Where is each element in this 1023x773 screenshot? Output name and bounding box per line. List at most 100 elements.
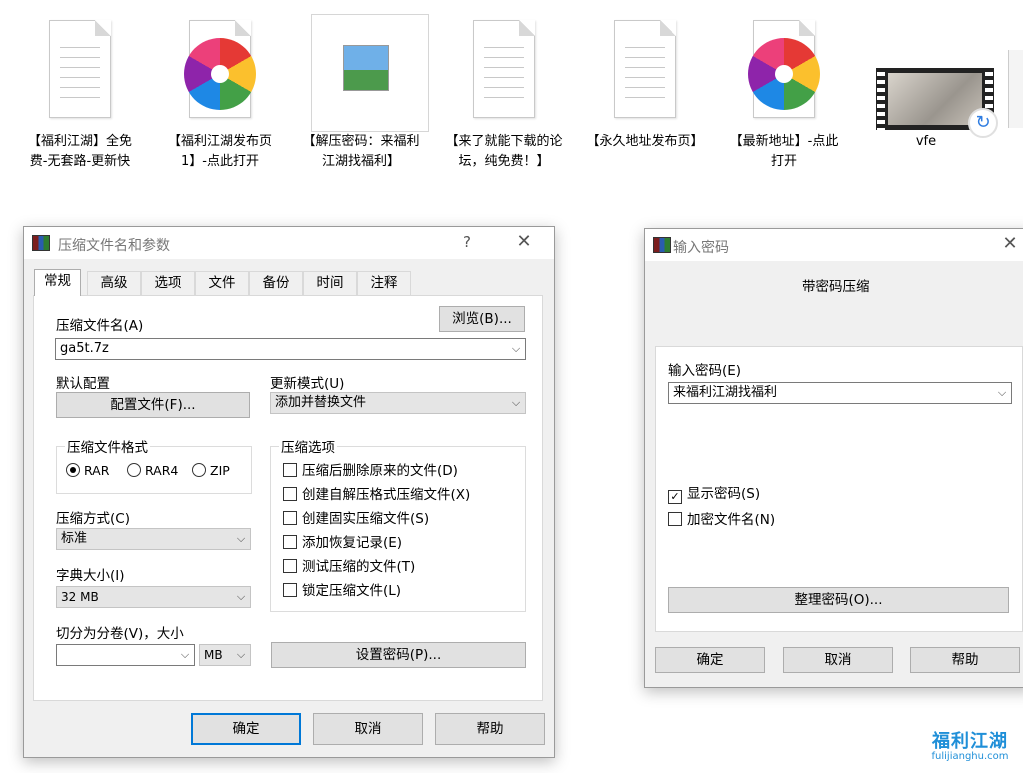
tab-time[interactable]: 时间: [303, 271, 357, 295]
split-volumes-label: 切分为分卷(V)，大小: [56, 626, 184, 642]
update-mode-label: 更新模式(U): [270, 376, 345, 392]
tab-options[interactable]: 选项: [141, 271, 195, 295]
add-recovery-record-checkbox[interactable]: 添加恢复记录(E): [283, 535, 402, 551]
title-bar[interactable]: 压缩文件名和参数 ? ✕: [24, 227, 554, 259]
chevron-down-icon[interactable]: ⌵: [993, 383, 1011, 403]
file-item[interactable]: 【永久地址发布页】: [584, 10, 706, 152]
help-button[interactable]: 帮助: [435, 713, 545, 745]
help-button[interactable]: 帮助: [910, 647, 1020, 673]
tab-general[interactable]: 常规: [34, 269, 81, 296]
show-password-checkbox[interactable]: ✓ 显示密码(S): [668, 486, 760, 504]
format-zip-radio[interactable]: ZIP: [192, 463, 230, 479]
ok-button[interactable]: 确定: [191, 713, 301, 745]
dictionary-size-select[interactable]: 32 MB ⌵: [56, 586, 251, 608]
watermark-logo-text: 福利江湖: [932, 731, 1008, 752]
split-unit-select[interactable]: MB ⌵: [199, 644, 251, 666]
compression-method-value: 标准: [61, 531, 88, 546]
title-bar[interactable]: 输入密码 ✕: [645, 229, 1023, 261]
organize-passwords-button[interactable]: 整理密码(O)...: [668, 587, 1009, 613]
option-label: 压缩后删除原来的文件(D): [302, 463, 458, 479]
partial-file-icon: [1008, 50, 1023, 128]
chevron-down-icon: ⌵: [511, 396, 521, 409]
tab-backup[interactable]: 备份: [249, 271, 303, 295]
option-label: 锁定压缩文件(L): [302, 583, 402, 599]
file-item[interactable]: 【福利江湖】全免费-无套路-更新快: [19, 10, 141, 172]
archive-name-field[interactable]: ga5t.7z ⌵: [55, 338, 526, 360]
compression-method-select[interactable]: 标准 ⌵: [56, 528, 251, 550]
winrar-app-icon: [32, 235, 50, 251]
set-password-button[interactable]: 设置密码(P)...: [271, 642, 526, 668]
create-sfx-checkbox[interactable]: 创建自解压格式压缩文件(X): [283, 487, 470, 503]
browse-button[interactable]: 浏览(B)...: [439, 306, 525, 332]
archive-name-value: ga5t.7z: [60, 341, 109, 356]
file-name: 【永久地址发布页】: [586, 134, 704, 149]
cancel-button[interactable]: 取消: [313, 713, 423, 745]
file-item[interactable]: ↻ vfe: [865, 10, 998, 152]
profiles-button[interactable]: 配置文件(F)...: [56, 392, 250, 418]
default-profile-label: 默认配置: [56, 376, 110, 392]
chevron-down-icon[interactable]: ⌵: [176, 645, 194, 665]
format-rar-radio[interactable]: RAR: [66, 463, 109, 479]
enter-password-dialog: 输入密码 ✕ 带密码压缩 输入密码(E) 来福利江湖找福利 ⌵ ✓ 显示密码(S)…: [644, 228, 1023, 688]
archive-name-label: 压缩文件名(A): [56, 318, 144, 334]
file-item[interactable]: 【福利江湖发布页1】-点此打开: [159, 10, 281, 172]
text-document-icon: [614, 20, 676, 118]
radio-selected-icon: [66, 463, 80, 477]
checkmark-icon: ✓: [668, 490, 682, 504]
file-item[interactable]: 【解压密码：来福利江湖找福利】: [300, 10, 429, 172]
option-label: 添加恢复记录(E): [302, 535, 403, 551]
tab-comment[interactable]: 注释: [357, 271, 411, 295]
format-zip-label: ZIP: [210, 463, 230, 478]
checkbox-icon: [283, 535, 297, 549]
tab-files[interactable]: 文件: [195, 271, 249, 295]
close-icon[interactable]: ✕: [995, 233, 1023, 254]
pinwheel-browser-icon: [748, 38, 820, 110]
password-value: 来福利江湖找福利: [673, 385, 778, 400]
image-file-icon: [311, 14, 429, 132]
ok-button[interactable]: 确定: [655, 647, 765, 673]
checkbox-icon: [283, 511, 297, 525]
winrar-app-icon: [653, 237, 671, 253]
file-item[interactable]: 【来了就能下载的论坛，纯免费！】: [443, 10, 565, 172]
split-volume-size-field[interactable]: ⌵: [56, 644, 195, 666]
delete-after-archiving-checkbox[interactable]: 压缩后删除原来的文件(D): [283, 463, 458, 479]
pinwheel-browser-icon: [184, 38, 256, 110]
file-name: 【福利江湖发布页1】-点此打开: [167, 134, 272, 169]
file-name: 【解压密码：来福利江湖找福利】: [302, 134, 420, 169]
format-rar4-label: RAR4: [145, 463, 179, 478]
lock-archive-checkbox[interactable]: 锁定压缩文件(L): [283, 583, 401, 599]
file-name: 【来了就能下载的论坛，纯免费！】: [445, 134, 563, 169]
tab-advanced[interactable]: 高级: [87, 271, 141, 295]
option-label: 创建固实压缩文件(S): [302, 511, 430, 527]
help-title-button[interactable]: ?: [452, 233, 482, 251]
update-mode-value: 添加并替换文件: [275, 395, 367, 410]
chevron-down-icon: ⌵: [236, 648, 246, 661]
text-document-icon: [473, 20, 535, 118]
create-solid-checkbox[interactable]: 创建固实压缩文件(S): [283, 511, 429, 527]
file-name: 【最新地址】-点此打开: [729, 134, 839, 169]
encrypt-file-names-label: 加密文件名(N): [687, 512, 776, 528]
dialog-title: 输入密码: [673, 240, 729, 256]
file-item[interactable]: 【最新地址】-点此打开: [723, 10, 845, 172]
close-icon[interactable]: ✕: [509, 231, 539, 252]
archive-name-parameters-dialog: 压缩文件名和参数 ? ✕ 常规 高级 选项 文件 备份 时间 注释 压缩文件名(…: [23, 226, 555, 758]
watermark-domain: fulijianghu.com: [931, 751, 1009, 762]
cancel-button[interactable]: 取消: [783, 647, 893, 673]
encrypt-file-names-checkbox[interactable]: 加密文件名(N): [668, 512, 775, 528]
checkbox-icon: [283, 487, 297, 501]
test-archived-files-checkbox[interactable]: 测试压缩的文件(T): [283, 559, 415, 575]
file-name: vfe: [915, 134, 937, 149]
archiving-options-group: 压缩选项 压缩后删除原来的文件(D) 创建自解压格式压缩文件(X) 创建固实压缩…: [270, 436, 526, 612]
password-input[interactable]: 来福利江湖找福利 ⌵: [668, 382, 1012, 404]
shortcut-arrow-icon: ↻: [968, 108, 998, 138]
dialog-title: 压缩文件名和参数: [58, 238, 170, 254]
format-rar4-radio[interactable]: RAR4: [127, 463, 178, 479]
text-document-icon: [49, 20, 111, 118]
compression-method-label: 压缩方式(C): [56, 511, 130, 527]
password-panel: 输入密码(E) 来福利江湖找福利 ⌵ ✓ 显示密码(S) 加密文件名(N) 整理密…: [655, 346, 1023, 632]
chevron-down-icon: ⌵: [236, 590, 246, 603]
general-tab-panel: 压缩文件名(A) 浏览(B)... ga5t.7z ⌵ 默认配置 配置文件(F)…: [33, 295, 543, 701]
show-password-label: 显示密码(S): [687, 486, 761, 502]
chevron-down-icon[interactable]: ⌵: [507, 339, 525, 359]
update-mode-select[interactable]: 添加并替换文件 ⌵: [270, 392, 526, 414]
